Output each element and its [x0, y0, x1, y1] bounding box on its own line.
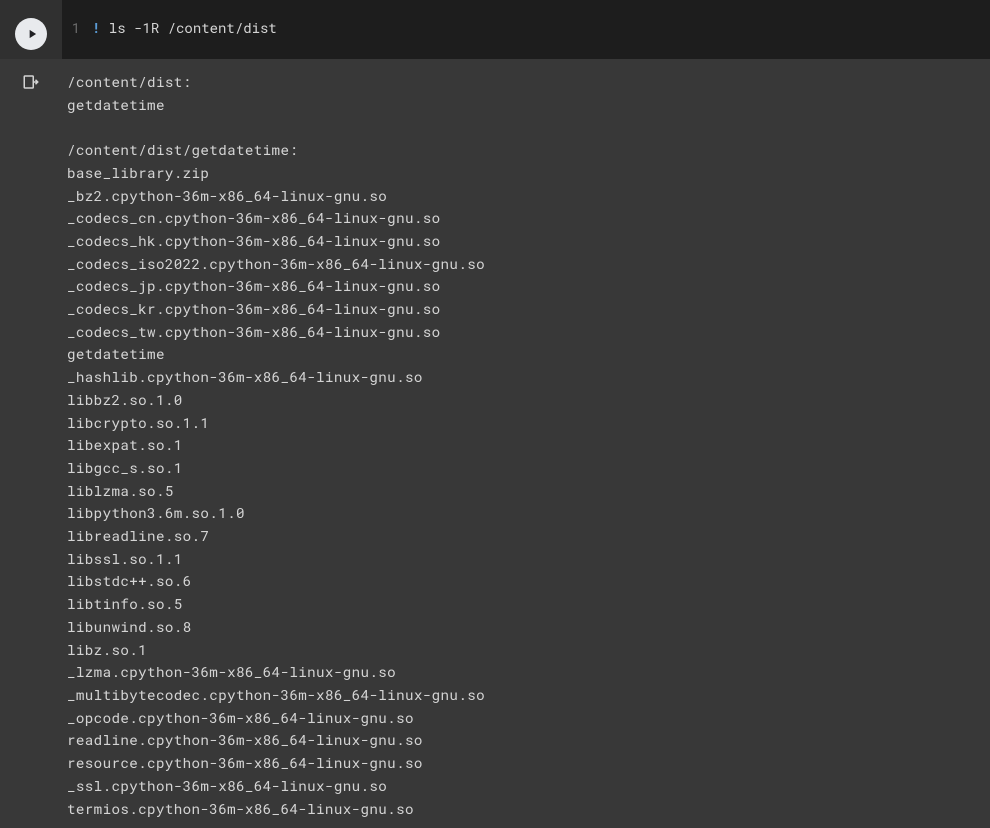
notebook-container: 1 ! ls -1R /content/dist /content/dist: …: [0, 0, 990, 828]
output-content: /content/dist: getdatetime /content/dist…: [62, 71, 990, 820]
play-icon: [25, 27, 39, 41]
code-content[interactable]: ! ls -1R /content/dist: [92, 18, 990, 37]
run-button[interactable]: [15, 18, 47, 50]
line-number: 1: [62, 18, 92, 37]
code-editor[interactable]: 1 ! ls -1R /content/dist: [62, 0, 990, 59]
output-row: /content/dist: getdatetime /content/dist…: [0, 59, 990, 820]
code-cell: 1 ! ls -1R /content/dist: [0, 0, 990, 59]
cell-gutter: [0, 0, 62, 59]
output-icon: [22, 73, 40, 91]
shell-command: ls -1R /content/dist: [100, 18, 276, 37]
output-gutter: [0, 71, 62, 820]
